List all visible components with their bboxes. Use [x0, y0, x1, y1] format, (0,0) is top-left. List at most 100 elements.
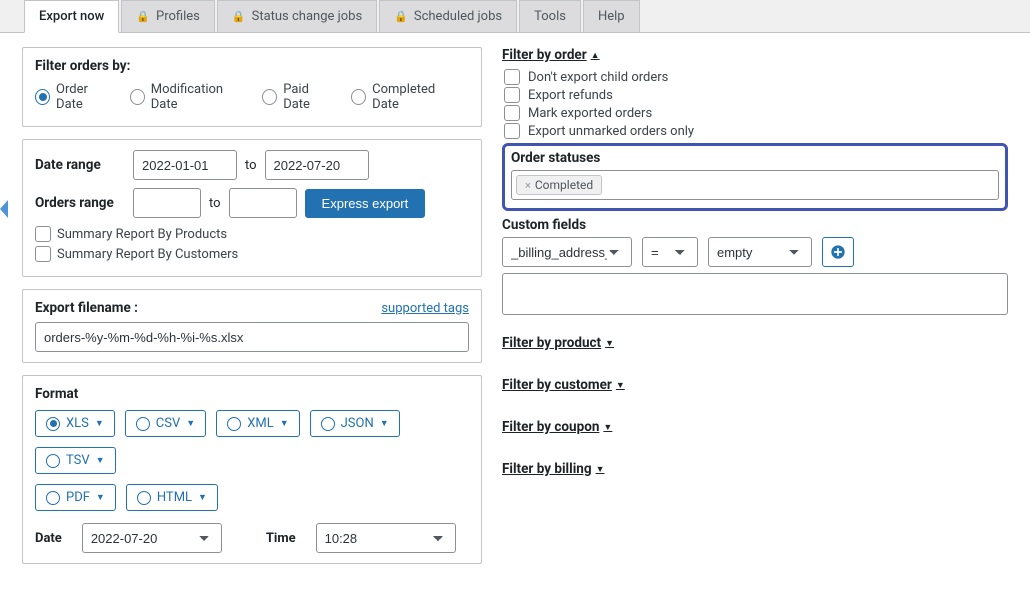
tab-bar: Export now 🔒 Profiles 🔒 Status change jobs… [0, 0, 1030, 33]
format-row-1: XLS▼ CSV▼ XML▼ JSON▼ TSV▼ [35, 410, 469, 474]
mark-checkbox[interactable] [504, 105, 520, 121]
add-custom-field-button[interactable] [822, 237, 854, 267]
section-title: Filter by order [502, 47, 587, 63]
caret-down-icon: ▼ [95, 418, 104, 429]
right-column: Filter by order ▲ Don't export child ord… [502, 47, 1008, 576]
time-label: Time [266, 531, 296, 546]
tab-label: Status change jobs [252, 9, 363, 24]
radio-icon [321, 417, 335, 431]
status-tag-input[interactable]: × Completed [511, 170, 999, 200]
cf-value-select[interactable]: empty [708, 237, 812, 267]
custom-fields-row: _billing_address_1 = empty [502, 237, 1008, 267]
arrow-down-icon: ▼ [616, 380, 625, 391]
format-tsv[interactable]: TSV ▼ [35, 447, 116, 474]
arrow-up-icon: ▲ [591, 50, 600, 61]
custom-fields-area[interactable] [502, 273, 1008, 315]
radio-icon [227, 417, 241, 431]
format-panel: Format XLS▼ CSV▼ XML▼ JSON▼ TSV▼ PDF▼ HT… [22, 375, 482, 564]
radio-label: Paid Date [283, 82, 335, 112]
radio-paid-date[interactable] [262, 89, 277, 105]
to-word: to [209, 196, 221, 211]
date-range-row: Date range to [35, 150, 469, 180]
format-html[interactable]: HTML▼ [126, 484, 218, 511]
section-title: Filter by coupon [502, 419, 599, 435]
mark-row: Mark exported orders [504, 105, 1008, 121]
radio-icon [46, 454, 60, 468]
datetime-row: Date 2022-07-20 Time 10:28 [35, 523, 469, 553]
summary-products-checkbox[interactable] [35, 226, 51, 242]
cf-operator-select[interactable]: = [642, 237, 698, 267]
filter-by-coupon-header[interactable]: Filter by coupon ▼ [502, 419, 612, 435]
radio-modification-date[interactable] [130, 89, 145, 105]
date-select[interactable]: 2022-07-20 [82, 523, 222, 553]
filename-header-row: Export filename : supported tags [35, 300, 469, 316]
remove-tag-icon[interactable]: × [525, 179, 531, 192]
no-child-checkbox[interactable] [504, 69, 520, 85]
format-label: TSV [66, 453, 90, 468]
orders-range-label: Orders range [35, 195, 125, 211]
custom-fields-title: Custom fields [502, 217, 1008, 233]
check-label: Don't export child orders [528, 70, 668, 85]
unmarked-checkbox[interactable] [504, 123, 520, 139]
filter-by-billing-header[interactable]: Filter by billing▼ [502, 461, 604, 477]
orders-from-input[interactable] [133, 188, 201, 218]
caret-down-icon: ▼ [96, 492, 105, 503]
summary-customers-row: Summary Report By Customers [35, 246, 469, 262]
section-title: Filter by customer [502, 377, 612, 393]
unmarked-row: Export unmarked orders only [504, 123, 1008, 139]
order-statuses-box: Order statuses × Completed [502, 143, 1008, 211]
date-from-input[interactable] [133, 150, 237, 180]
caret-down-icon: ▼ [96, 455, 105, 466]
date-label: Date [35, 531, 62, 546]
tag-label: Completed [535, 178, 593, 192]
supported-tags-link[interactable]: supported tags [381, 301, 469, 316]
section-title: Filter by billing [502, 461, 592, 477]
tab-label: Scheduled jobs [414, 9, 502, 24]
format-title: Format [35, 386, 469, 402]
format-label: CSV [156, 416, 180, 431]
summary-customers-checkbox[interactable] [35, 246, 51, 262]
format-label: PDF [66, 490, 90, 505]
tab-help[interactable]: Help [583, 0, 640, 32]
lock-icon: 🔒 [232, 10, 246, 23]
radio-label: Order Date [56, 82, 114, 112]
radio-completed-date[interactable] [351, 89, 366, 105]
express-export-button[interactable]: Express export [305, 189, 426, 218]
check-label: Mark exported orders [528, 106, 652, 121]
filter-by-customer-header[interactable]: Filter by customer ▼ [502, 377, 625, 393]
radio-order-date[interactable] [35, 89, 50, 105]
no-child-row: Don't export child orders [504, 69, 1008, 85]
filter-by-order-header[interactable]: Filter by order ▲ [502, 47, 600, 63]
cf-field-select[interactable]: _billing_address_1 [502, 237, 632, 267]
tab-status-jobs[interactable]: 🔒 Status change jobs [217, 0, 377, 32]
tab-export-now[interactable]: Export now [24, 0, 119, 33]
date-to-input[interactable] [265, 150, 369, 180]
left-column: Filter orders by: Order Date Modificatio… [22, 47, 482, 576]
tab-scheduled-jobs[interactable]: 🔒 Scheduled jobs [379, 0, 517, 32]
filter-radio-row: Order Date Modification Date Paid Date C… [35, 82, 469, 112]
format-pdf[interactable]: PDF ▼ [35, 484, 116, 511]
refunds-checkbox[interactable] [504, 87, 520, 103]
arrow-down-icon: ▼ [605, 338, 614, 349]
format-json[interactable]: JSON▼ [310, 410, 400, 437]
tab-profiles[interactable]: 🔒 Profiles [121, 0, 215, 32]
arrow-down-icon: ▼ [603, 422, 612, 433]
format-xml[interactable]: XML▼ [216, 410, 299, 437]
tab-label: Profiles [156, 9, 200, 24]
lock-icon: 🔒 [394, 10, 408, 23]
format-label: HTML [157, 490, 192, 505]
format-csv[interactable]: CSV ▼ [125, 410, 206, 437]
orders-to-input[interactable] [229, 188, 297, 218]
radio-icon [46, 417, 60, 431]
caret-down-icon: ▼ [186, 418, 195, 429]
range-panel: Date range to Orders range to Express ex… [22, 139, 482, 277]
tab-tools[interactable]: Tools [519, 0, 581, 32]
lock-icon: 🔒 [136, 10, 150, 23]
plus-circle-icon [830, 244, 846, 260]
summary-products-label: Summary Report By Products [57, 227, 227, 242]
format-xls[interactable]: XLS▼ [35, 410, 115, 437]
filename-input[interactable] [35, 322, 469, 352]
time-select[interactable]: 10:28 [316, 523, 456, 553]
filter-by-product-header[interactable]: Filter by product▼ [502, 335, 614, 351]
format-label: JSON [341, 416, 374, 431]
